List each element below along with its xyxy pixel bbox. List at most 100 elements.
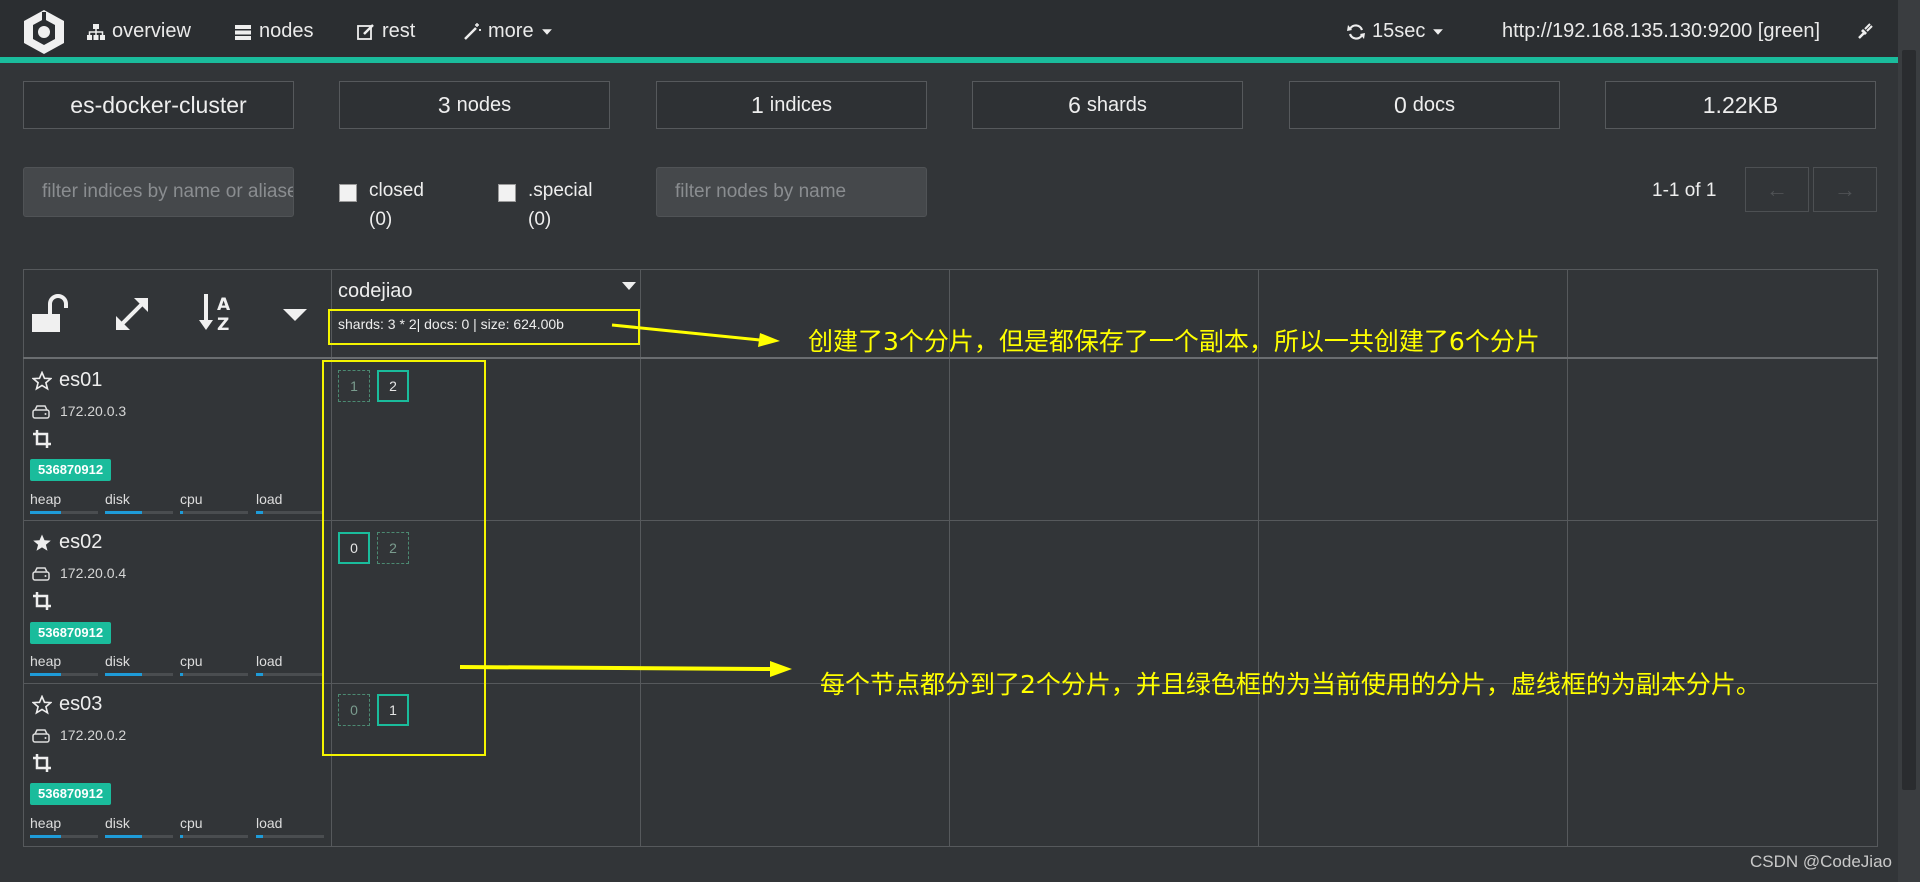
metric-disk-bar [105,835,173,838]
metric-load-label: load [256,815,283,831]
filter-indices-input[interactable]: filter indices by name or aliases [23,167,294,217]
annotation-text-bottom: 每个节点都分到了2个分片，并且绿色框的为当前使用的分片，虚线框的为副本分片。 [820,670,1761,699]
metric-cpu-bar [180,835,248,838]
metric-cpu-label: cpu [180,491,203,507]
metric-heap-bar [30,835,98,838]
metric-heap-label: heap [30,815,62,831]
star-outline-icon [32,371,52,391]
metric-heap-bar [30,673,98,676]
heap-size-badge: 536870912 [30,459,112,481]
unlock-icon[interactable] [28,292,72,336]
svg-text:Z: Z [217,315,229,334]
metric-load-bar [256,673,324,676]
row-divider [23,520,1878,521]
pagination-info: 1-1 of 1 [1652,180,1717,201]
col-divider [640,269,641,847]
metric-load-bar [256,511,324,514]
nav-rest-label: rest [382,20,416,42]
size-stat: 1.22KB [1605,81,1876,129]
heap-size-badge: 536870912 [30,622,112,644]
annotation-text-top: 创建了3个分片，但是都保存了一个副本，所以一共创建了6个分片 [808,327,1540,356]
metric-disk-label: disk [105,815,130,831]
caret-down-icon [1433,28,1444,35]
nav-rest[interactable]: rest [356,20,415,43]
metric-disk-bar [105,511,173,514]
cluster-size: 1.22KB [1702,91,1779,118]
metric-heap-label: heap [30,653,62,669]
watermark: CSDN @CodeJiao [1750,852,1892,871]
node-ip: 172.20.0.3 [60,403,127,419]
star-outline-icon [32,695,52,715]
metric-disk-label: disk [105,491,130,507]
prev-page-button[interactable]: ← [1745,167,1809,212]
metric-cpu-label: cpu [180,653,203,669]
index-name[interactable]: codejiao [338,280,413,303]
sort-alpha-icon[interactable]: A Z [196,290,240,334]
metric-load-label: load [256,491,283,507]
nav-more-dropdown[interactable]: more [462,20,554,43]
refresh-interval-dropdown[interactable]: 15sec [1346,20,1445,43]
metric-cpu-bar [180,511,248,514]
indices-stat: 1 indices [656,81,927,129]
filter-nodes-input[interactable]: filter nodes by name [656,167,927,217]
nav-overview[interactable]: overview [86,20,191,43]
shards-unit: shards [1086,93,1147,116]
cluster-name: es-docker-cluster [70,91,247,118]
cerebro-logo-icon[interactable] [20,8,68,56]
refresh-icon [1347,23,1365,40]
annotation-box-shards [322,360,486,756]
closed-label: closed [369,180,424,201]
metric-load-label: load [256,653,283,669]
docs-stat: 0 docs [1289,81,1560,129]
caret-down-icon[interactable] [273,292,317,336]
node-name[interactable]: es02 [59,531,102,554]
metric-cpu-bar [180,673,248,676]
indices-count: 1 [750,91,764,118]
shards-stat: 6 shards [972,81,1243,129]
index-menu-caret-icon[interactable] [622,282,636,290]
docs-unit: docs [1412,93,1456,116]
nodes-unit: nodes [456,93,512,116]
disconnect-button[interactable] [1856,20,1876,40]
nav-nodes-label: nodes [259,20,314,42]
annotation-box-index-info [328,309,640,345]
node-ip: 172.20.0.2 [60,727,127,743]
heap-size-badge: 536870912 [30,783,112,805]
expand-icon[interactable] [110,292,154,336]
node-ip: 172.20.0.4 [60,565,127,581]
edit-icon [357,23,374,40]
nav-nodes[interactable]: nodes [233,20,314,43]
caret-down-icon [541,28,552,35]
top-navbar: overview nodes rest more 15sec http://19… [0,0,1898,63]
page-scrollbar[interactable] [1898,0,1920,882]
star-filled-icon [33,534,51,551]
cluster-host-label: http://192.168.135.130:9200 [green] [1502,20,1821,42]
cluster-host-link[interactable]: http://192.168.135.130:9200 [green] [1502,20,1820,43]
metric-heap-label: heap [30,491,62,507]
nav-overview-label: overview [112,20,191,42]
cluster-name-stat: es-docker-cluster [23,81,294,129]
nodes-stat: 3 nodes [339,81,610,129]
metric-heap-bar [30,511,98,514]
nodes-count: 3 [437,91,451,118]
closed-count: (0) [369,209,393,230]
shards-count: 6 [1068,91,1081,118]
metric-cpu-label: cpu [180,815,203,831]
special-label: .special [528,180,593,201]
node-name[interactable]: es03 [59,693,102,716]
hdd-icon [32,405,50,419]
magic-wand-icon [464,22,481,40]
hdd-icon [32,729,50,743]
plug-icon [1858,23,1873,39]
closed-checkbox[interactable] [339,184,357,202]
node-name[interactable]: es01 [59,369,102,392]
crop-icon [33,592,51,610]
metric-disk-label: disk [105,653,130,669]
special-checkbox[interactable] [498,184,516,202]
metric-load-bar [256,835,324,838]
next-page-button[interactable]: → [1813,167,1877,212]
svg-text:A: A [217,295,231,315]
crop-icon [33,430,51,448]
special-count: (0) [528,209,552,230]
metric-disk-bar [105,673,173,676]
